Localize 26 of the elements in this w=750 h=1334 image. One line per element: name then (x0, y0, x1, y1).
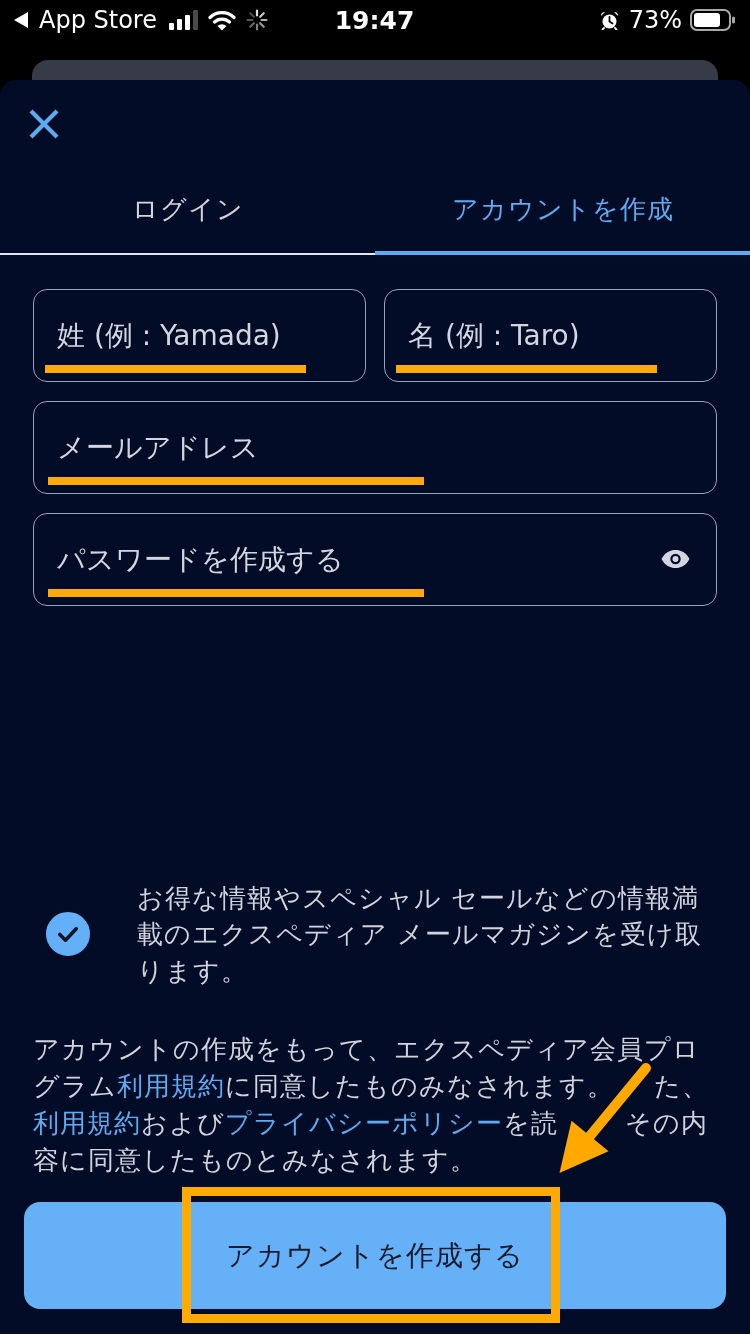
battery-percentage: 73% (628, 6, 682, 34)
tab[interactable]: ログイン (0, 165, 375, 255)
checkmark-icon (58, 926, 78, 942)
create-account-button[interactable]: アカウントを作成する (24, 1202, 726, 1309)
status-time: 19:47 (334, 5, 415, 35)
back-to-app-button[interactable]: App Store (14, 6, 157, 34)
newsletter-consent-text: お得な情報やスペシャル セールなどの情報満載のエクスペディア メールマガジンを受け取ります。 (137, 881, 703, 988)
battery-icon (690, 9, 735, 31)
password-field[interactable]: パスワードを作成する (33, 513, 717, 606)
eye-icon[interactable] (661, 550, 690, 568)
spinner-icon (245, 9, 268, 31)
alarm-clock-icon (599, 10, 619, 30)
terms-notice-text: アカウントの作成をもって、エクスペディア会員プログラム利用規約に同意したものみなされます。 た、 利用規約およびプライバシーポリシー を読 その内容に同意したものとみなされます。 (32, 1033, 710, 1177)
checkbox[interactable] (46, 912, 90, 957)
text-field[interactable]: 姓 (例 : Yamada) (33, 289, 366, 382)
text-link[interactable]: 利用規約 (33, 1108, 141, 1138)
tab[interactable]: アカウントを作成 (375, 165, 750, 255)
back-arrow-icon (14, 12, 28, 28)
email-field[interactable]: メールアドレス (33, 401, 717, 494)
text-link[interactable]: プライバシーポリシー (225, 1108, 503, 1138)
signal-icon (168, 10, 198, 30)
close-button[interactable] (28, 108, 60, 140)
wifi-icon (207, 9, 236, 31)
text-field[interactable]: 名 (例 : Taro) (384, 289, 717, 382)
close-icon (28, 108, 60, 140)
text-link[interactable]: 利用規約 (117, 1071, 225, 1101)
